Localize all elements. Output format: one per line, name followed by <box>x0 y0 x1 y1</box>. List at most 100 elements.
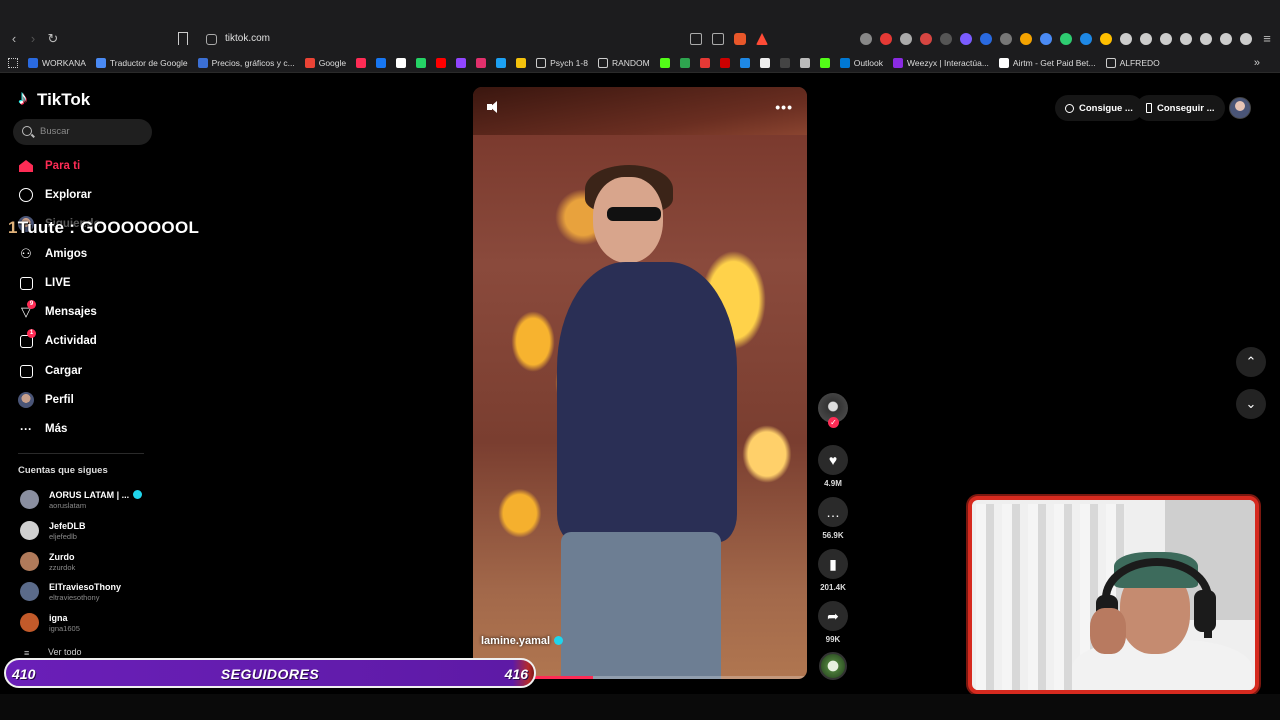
bookmark-item[interactable] <box>759 57 770 68</box>
bookmark-item[interactable] <box>739 57 750 68</box>
like-action[interactable]: ♥ 4.9M <box>818 445 848 488</box>
bookmark-item[interactable] <box>699 57 710 68</box>
get-coins-button[interactable]: Consigue ... <box>1055 95 1143 121</box>
share-icon[interactable]: ➦ <box>818 601 848 631</box>
bookmark-item[interactable] <box>659 57 670 68</box>
bookmark-item[interactable]: Outlook <box>839 57 883 68</box>
extension-icon[interactable] <box>1240 33 1252 45</box>
extension-icon[interactable] <box>1120 33 1132 45</box>
extension-icon[interactable] <box>1140 33 1152 45</box>
volume-icon[interactable] <box>487 100 501 114</box>
tiktok-logo[interactable]: TikTok <box>18 88 90 110</box>
more-options-icon[interactable]: ••• <box>775 99 793 115</box>
followed-account[interactable]: ElTraviesoThony eltraviesothony <box>18 579 158 605</box>
bookmark-item[interactable] <box>819 57 830 68</box>
cast-icon[interactable] <box>712 33 724 45</box>
extension-icon[interactable] <box>960 33 972 45</box>
forward-button[interactable]: › <box>24 30 42 48</box>
bookmark-item[interactable] <box>416 57 427 68</box>
reload-button[interactable]: ↻ <box>44 30 62 48</box>
extension-icon[interactable] <box>1040 33 1052 45</box>
extension-icon[interactable] <box>1060 33 1072 45</box>
video-author[interactable]: lamine.yamal <box>481 635 564 647</box>
bookmark-item[interactable] <box>779 57 790 68</box>
save-action[interactable]: ▮ 201.4K <box>818 549 848 592</box>
sidebar-item-activity[interactable]: 1 Actividad <box>18 327 158 355</box>
followed-account[interactable]: AORUS LATAM | ... aoruslatam <box>18 487 158 513</box>
bookmark-save-icon[interactable]: ▮ <box>818 549 848 579</box>
extension-icon[interactable] <box>1100 33 1112 45</box>
bookmark-item[interactable] <box>376 57 387 68</box>
comment-action[interactable]: … 56.9K <box>818 497 848 540</box>
bookmark-item[interactable] <box>436 57 447 68</box>
extension-icon[interactable] <box>1180 33 1192 45</box>
bookmark-item[interactable]: Airtm - Get Paid Bet... <box>998 57 1096 68</box>
more-bookmarks-icon[interactable]: » <box>1254 57 1260 69</box>
heart-icon[interactable]: ♥ <box>818 445 848 475</box>
followed-account[interactable]: igna igna1605 <box>18 610 158 636</box>
apps-icon[interactable] <box>8 57 18 68</box>
bookmark-item[interactable] <box>719 57 730 68</box>
bookmark-item[interactable]: Psych 1-8 <box>536 57 588 68</box>
bookmark-item[interactable]: Weezyx | Interactúa... <box>893 57 989 68</box>
sidebar-item-home[interactable]: Para ti <box>18 152 158 180</box>
sidebar-item-profile[interactable]: Perfil <box>18 386 158 414</box>
extension-icon[interactable] <box>880 33 892 45</box>
back-button[interactable]: ‹ <box>5 30 23 48</box>
creator-avatar[interactable]: ✓ <box>818 393 848 428</box>
next-video-button[interactable]: ⌄ <box>1236 389 1266 419</box>
bookmark-item[interactable]: RANDOM <box>597 57 650 68</box>
extension-icon[interactable] <box>1160 33 1172 45</box>
sidebar-item-live[interactable]: LIVE <box>18 269 158 297</box>
extension-icon[interactable] <box>920 33 932 45</box>
search-input[interactable]: Buscar <box>13 119 152 145</box>
sidebar-item-messages[interactable]: ▽ 9 Mensajes <box>18 298 158 326</box>
user-avatar[interactable] <box>1229 97 1251 119</box>
bookmark-item[interactable] <box>476 57 487 68</box>
get-app-button[interactable]: Conseguir ... <box>1136 95 1225 121</box>
previous-video-button[interactable]: ⌃ <box>1236 347 1266 377</box>
extension-icon[interactable] <box>1080 33 1092 45</box>
sidebar-item-more[interactable]: ··· Más <box>18 415 158 443</box>
bookmark-item[interactable]: Traductor de Google <box>95 57 188 68</box>
follow-plus-icon[interactable]: ✓ <box>828 417 839 428</box>
sidebar-item-upload[interactable]: Cargar <box>18 357 158 385</box>
bookmark-item[interactable] <box>456 57 467 68</box>
bookmark-item[interactable]: Google <box>304 57 346 68</box>
bookmark-item[interactable] <box>516 57 527 68</box>
extension-icon[interactable] <box>980 33 992 45</box>
comment-icon[interactable]: … <box>818 497 848 527</box>
phone-icon <box>1146 103 1152 113</box>
bookmark-item[interactable] <box>679 57 690 68</box>
sidebar-item-compass[interactable]: Explorar <box>18 181 158 209</box>
brave-rewards-icon[interactable] <box>756 33 768 45</box>
browser-menu-icon[interactable]: ≡ <box>1258 30 1276 48</box>
account-name: JefeDLB <box>49 521 86 531</box>
bookmark-item[interactable] <box>396 57 407 68</box>
see-all-link[interactable]: Ver todo <box>48 647 82 657</box>
bookmark-item[interactable]: ALFREDO <box>1105 57 1160 68</box>
sidebar-item-friends[interactable]: ⚇ Amigos <box>18 240 158 268</box>
extension-icon[interactable] <box>1020 33 1032 45</box>
site-info-icon[interactable] <box>206 34 217 45</box>
brave-shield-icon[interactable] <box>734 33 746 45</box>
bookmark-item[interactable] <box>799 57 810 68</box>
extension-icon[interactable] <box>860 33 872 45</box>
extension-icon[interactable] <box>900 33 912 45</box>
extension-icon[interactable] <box>1220 33 1232 45</box>
bookmark-item[interactable]: Precios, gráficos y c... <box>197 57 295 68</box>
music-disc-icon[interactable] <box>819 652 847 680</box>
bookmark-item[interactable] <box>496 57 507 68</box>
extension-icon[interactable] <box>1200 33 1212 45</box>
bookmark-icon[interactable] <box>178 32 188 45</box>
favicon-icon <box>779 57 790 68</box>
bookmark-item[interactable] <box>356 57 367 68</box>
bookmark-item[interactable]: WORKANA <box>28 57 86 68</box>
followed-account[interactable]: Zurdo zzurdok <box>18 549 158 575</box>
extension-icon[interactable] <box>1000 33 1012 45</box>
followed-account[interactable]: JefeDLB eljefedlb <box>18 518 158 544</box>
video-player[interactable]: ••• lamine.yamal <box>473 87 807 679</box>
extension-icon[interactable] <box>940 33 952 45</box>
translate-icon[interactable] <box>690 33 702 45</box>
share-action[interactable]: ➦ 99K <box>818 601 848 644</box>
